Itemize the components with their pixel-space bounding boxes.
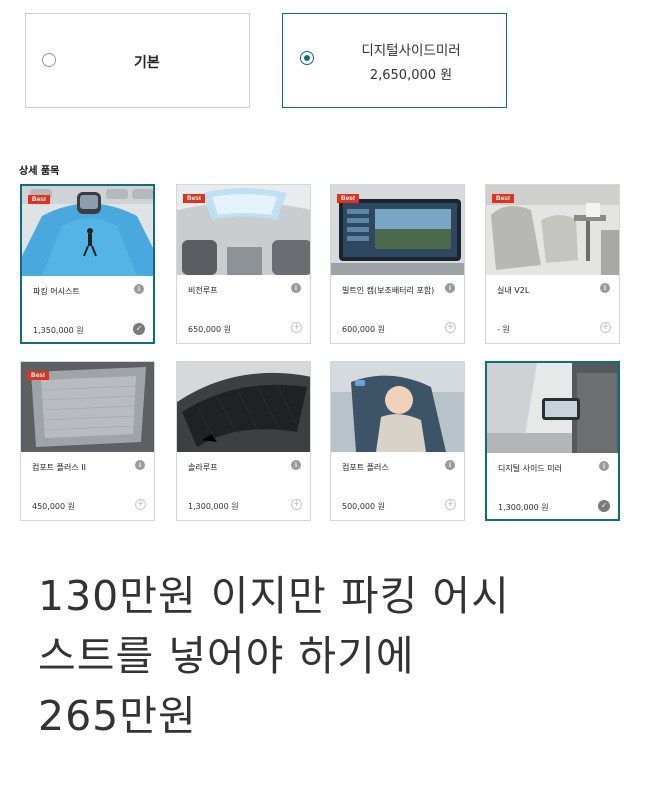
option-digital-price: 2,650,000 원 bbox=[369, 68, 453, 83]
item-name: 컴포트 플러스 bbox=[342, 463, 389, 472]
digital-side-mirror-image bbox=[487, 363, 618, 453]
item-name: 빌트인 캠(보조배터리 포함) bbox=[342, 286, 435, 295]
item-price: 1,300,000 원 bbox=[498, 503, 549, 512]
checked-icon[interactable]: ✓ bbox=[133, 323, 145, 335]
info-icon[interactable]: i bbox=[599, 461, 609, 471]
option-digital-label: 디지털사이드미러 bbox=[361, 43, 461, 59]
info-icon[interactable]: i bbox=[135, 460, 145, 470]
info-icon[interactable]: i bbox=[445, 283, 455, 293]
option-digital-side-mirror[interactable]: 디지털사이드미러 2,650,000 원 bbox=[282, 13, 507, 108]
item-price: 450,000 원 bbox=[32, 502, 75, 511]
add-icon[interactable]: + bbox=[445, 499, 456, 510]
item-card-comfort-plus[interactable]: 컴포트 플러스 i 500,000 원 + bbox=[330, 361, 465, 521]
add-icon[interactable]: + bbox=[445, 322, 456, 333]
info-icon[interactable]: i bbox=[134, 284, 144, 294]
item-name: 솔라루프 bbox=[188, 463, 218, 472]
item-name: 비전루프 bbox=[188, 286, 218, 295]
section-title: 상세 품목 bbox=[19, 166, 60, 177]
info-icon[interactable]: i bbox=[291, 283, 301, 293]
checked-icon[interactable]: ✓ bbox=[598, 500, 610, 512]
radio-digital-side-mirror[interactable] bbox=[300, 51, 314, 65]
item-card-v2l[interactable]: Best 실내 V2L i - 원 + bbox=[485, 184, 620, 344]
best-badge: Best bbox=[27, 371, 50, 380]
item-price: 600,000 원 bbox=[342, 325, 385, 334]
add-icon[interactable]: + bbox=[291, 322, 302, 333]
item-price: 1,300,000 원 bbox=[188, 502, 239, 511]
comfort-plus-image bbox=[331, 362, 464, 452]
item-name: 파킹 어시스트 bbox=[33, 287, 80, 296]
add-icon[interactable]: + bbox=[135, 499, 146, 510]
add-icon[interactable]: + bbox=[600, 322, 611, 333]
item-price: 1,350,000 원 bbox=[33, 326, 84, 335]
item-card-builtin-cam[interactable]: Best 빌트인 캠(보조배터리 포함) i 600,000 원 + bbox=[330, 184, 465, 344]
add-icon[interactable]: + bbox=[291, 499, 302, 510]
item-price: 500,000 원 bbox=[342, 502, 385, 511]
info-icon[interactable]: i bbox=[445, 460, 455, 470]
item-card-parking-assist[interactable]: Best 파킹 어시스트 i 1,350,000 원 ✓ bbox=[20, 184, 155, 344]
item-card-solar-roof[interactable]: 솔라루프 i 1,300,000 원 + bbox=[176, 361, 311, 521]
best-badge: Best bbox=[28, 195, 51, 204]
caption-line-2: 스트를 넣어야 하기에 bbox=[38, 632, 415, 680]
item-card-digital-side-mirror[interactable]: 디지털 사이드 미러 i 1,300,000 원 ✓ bbox=[485, 361, 620, 521]
option-basic-label: 기본 bbox=[134, 55, 160, 71]
item-card-vision-roof[interactable]: Best 비전루프 i 650,000 원 + bbox=[176, 184, 311, 344]
solar-roof-image bbox=[177, 362, 310, 452]
option-basic[interactable]: 기본 bbox=[25, 13, 250, 108]
info-icon[interactable]: i bbox=[600, 283, 610, 293]
item-card-comfort-plus-2[interactable]: Best 컴포트 플러스 II i 450,000 원 + bbox=[20, 361, 155, 521]
best-badge: Best bbox=[337, 194, 360, 203]
item-name: 컴포트 플러스 II bbox=[32, 463, 86, 472]
item-name: 실내 V2L bbox=[497, 286, 530, 295]
best-badge: Best bbox=[492, 194, 515, 203]
caption-line-1: 130만원 이지만 파킹 어시 bbox=[38, 572, 510, 620]
best-badge: Best bbox=[183, 194, 206, 203]
info-icon[interactable]: i bbox=[291, 460, 301, 470]
item-price: 650,000 원 bbox=[188, 325, 231, 334]
radio-basic[interactable] bbox=[42, 53, 56, 67]
item-price: - 원 bbox=[497, 325, 510, 334]
caption-line-3: 265만원 bbox=[38, 692, 197, 740]
item-name: 디지털 사이드 미러 bbox=[498, 464, 562, 473]
